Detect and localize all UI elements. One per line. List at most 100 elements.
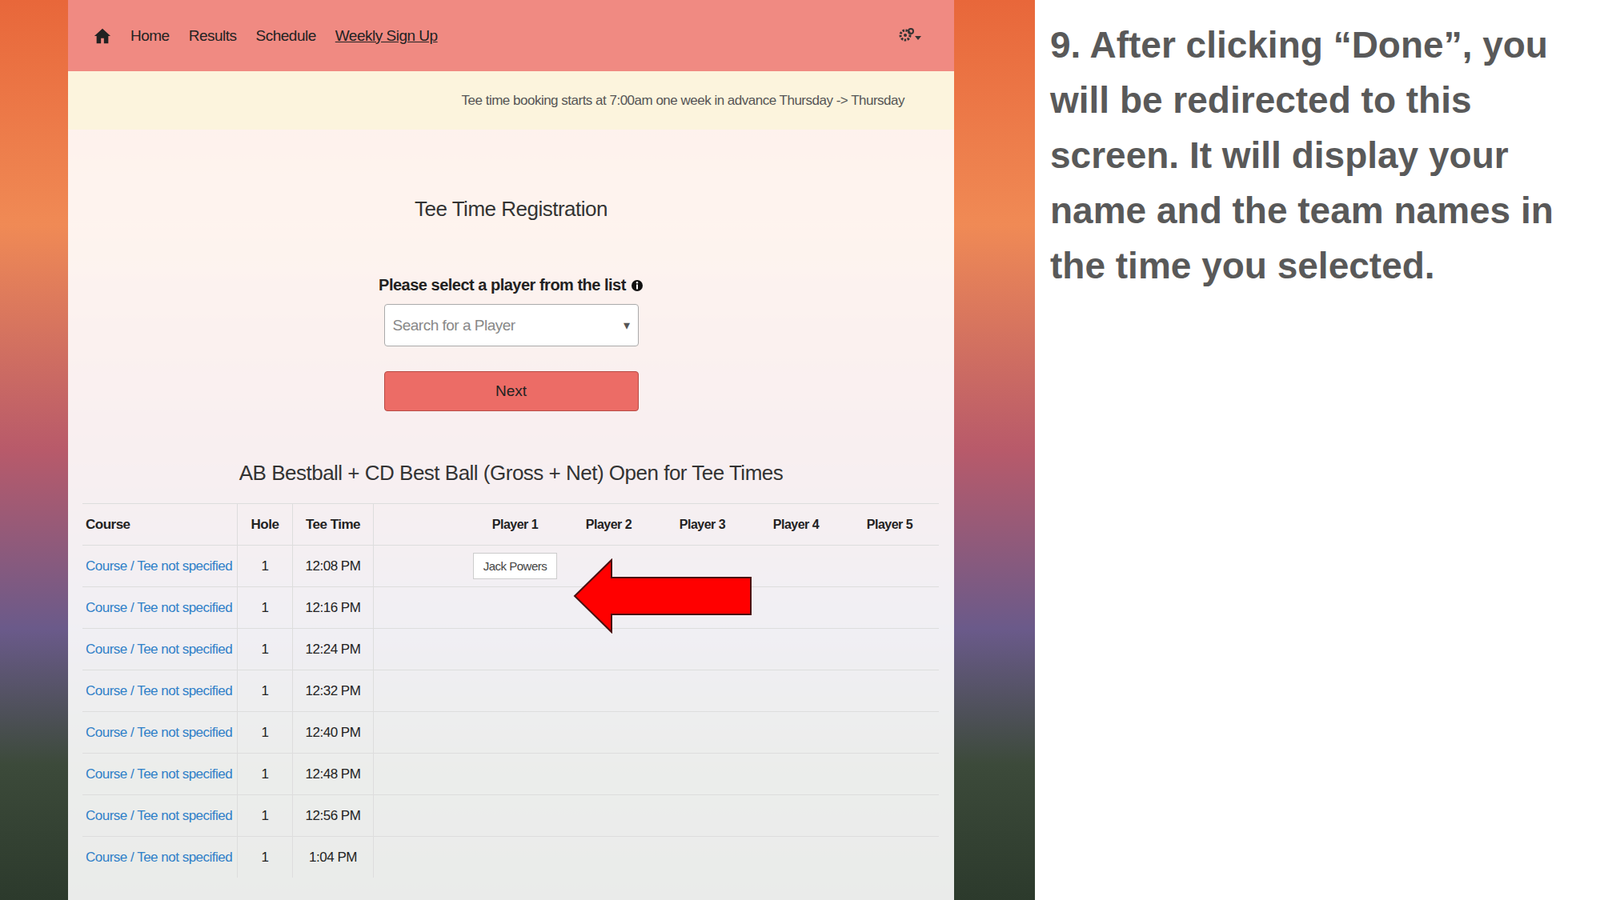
- nav-item[interactable]: Home: [130, 27, 170, 45]
- instruction-text: 9. After clicking “Done”, you will be re…: [1050, 17, 1584, 294]
- time-cell: 12:24 PM: [292, 629, 374, 670]
- course-link[interactable]: Course / Tee not specified: [85, 683, 233, 700]
- column-header: Player 5: [842, 504, 937, 546]
- hole-cell: 1: [237, 712, 293, 754]
- player-cell: Jack Powers: [468, 545, 562, 587]
- course-link[interactable]: Course / Tee not specified: [85, 600, 233, 617]
- player-cell: [468, 712, 562, 754]
- time-cell: 12:08 PM: [292, 545, 374, 587]
- spacer-cell: [373, 795, 469, 837]
- course-cell: Course / Tee not specified: [82, 712, 238, 754]
- player-cell: [842, 629, 937, 670]
- registration-title: Tee Time Registration: [414, 196, 608, 222]
- course-cell: Course / Tee not specified: [82, 795, 238, 837]
- table-row: Course / Tee not specified112:48 PM: [82, 753, 939, 795]
- player-cell: [842, 712, 937, 754]
- home-icon[interactable]: [93, 27, 112, 45]
- tee-time-table: CourseHoleTee TimePlayer 1Player 2Player…: [82, 503, 939, 879]
- player-cell: [561, 712, 656, 754]
- course-link[interactable]: Course / Tee not specified: [85, 766, 233, 783]
- player-cell: [842, 795, 937, 837]
- spacer-cell: [373, 504, 469, 546]
- hole-cell: 1: [237, 753, 293, 795]
- course-link[interactable]: Course / Tee not specified: [85, 641, 233, 658]
- player-cell: [561, 753, 656, 795]
- player-cell: [468, 670, 562, 712]
- player-cell: [655, 753, 750, 795]
- player-cell: [468, 837, 562, 879]
- course-cell: Course / Tee not specified: [82, 545, 238, 587]
- player-cell: [561, 670, 656, 712]
- nav-item[interactable]: Weekly Sign Up: [335, 27, 438, 45]
- navbar: Home Results Schedule Weekly Sign Up: [68, 0, 955, 72]
- player-name[interactable]: Jack Powers: [473, 553, 558, 580]
- course-link[interactable]: Course / Tee not specified: [85, 725, 233, 742]
- table-title: AB Bestball + CD Best Ball (Gross + Net)…: [239, 461, 784, 486]
- player-cell: [842, 670, 937, 712]
- website-screenshot: HomeResultsScheduleWeekly Sign UpTee tim…: [68, 0, 955, 900]
- table-row: Course / Tee not specified112:16 PM: [82, 586, 939, 629]
- next-button[interactable]: Next: [384, 371, 639, 412]
- player-cell: [842, 837, 937, 879]
- time-cell: 12:48 PM: [292, 753, 374, 795]
- player-cell: [749, 753, 843, 795]
- table-row: Course / Tee not specified112:32 PM: [82, 669, 939, 712]
- column-header: Player 2: [561, 504, 656, 546]
- instruction-panel: 9. After clicking “Done”, you will be re…: [1034, 0, 1600, 900]
- player-cell: [749, 545, 843, 587]
- player-cell: [468, 753, 562, 795]
- table-row: Course / Tee not specified112:24 PM: [82, 628, 939, 670]
- course-link[interactable]: Course / Tee not specified: [85, 558, 233, 575]
- player-cell: [749, 712, 843, 754]
- time-cell: 12:40 PM: [292, 712, 374, 754]
- player-prompt: Please select a player from the list: [378, 276, 644, 295]
- spacer-cell: [373, 587, 469, 629]
- player-cell: [842, 545, 937, 587]
- table-row: Course / Tee not specified112:08 PM Jack …: [82, 545, 939, 587]
- player-cell: [655, 837, 750, 879]
- course-link[interactable]: Course / Tee not specified: [85, 808, 233, 825]
- player-cell: [655, 629, 750, 670]
- gear-icon[interactable]: [898, 27, 923, 45]
- hole-cell: 1: [237, 837, 293, 879]
- player-cell: [655, 670, 750, 712]
- column-header: Tee Time: [292, 504, 374, 546]
- player-search-select[interactable]: Search for a Player▾: [384, 304, 639, 347]
- spacer-cell: [373, 753, 469, 795]
- player-cell: [842, 753, 937, 795]
- player-cell: [749, 670, 843, 712]
- column-header: Course: [82, 504, 238, 546]
- column-header: Player 4: [749, 504, 843, 546]
- player-cell: [468, 795, 562, 837]
- table-row: Course / Tee not specified112:40 PM: [82, 711, 939, 754]
- hole-cell: 1: [237, 587, 293, 629]
- course-cell: Course / Tee not specified: [82, 670, 238, 712]
- nav-item[interactable]: Results: [188, 27, 237, 45]
- time-cell: 12:16 PM: [292, 587, 374, 629]
- background-photo: HomeResultsScheduleWeekly Sign UpTee tim…: [0, 0, 1035, 900]
- player-cell: [655, 795, 750, 837]
- hole-cell: 1: [237, 795, 293, 837]
- spacer-cell: [373, 712, 469, 754]
- player-cell: [749, 795, 843, 837]
- red-arrow-icon: [573, 558, 753, 634]
- spacer-cell: [373, 545, 469, 587]
- course-cell: Course / Tee not specified: [82, 837, 238, 879]
- time-cell: 12:32 PM: [292, 670, 374, 712]
- column-header: Hole: [237, 504, 293, 546]
- hole-cell: 1: [237, 670, 293, 712]
- nav-item[interactable]: Schedule: [256, 27, 317, 45]
- hole-cell: 1: [237, 545, 293, 587]
- table-header: CourseHoleTee TimePlayer 1Player 2Player…: [82, 503, 939, 546]
- table-row: Course / Tee not specified11:04 PM: [82, 836, 939, 879]
- time-cell: 1:04 PM: [292, 837, 374, 879]
- spacer-cell: [373, 670, 469, 712]
- player-cell: [749, 837, 843, 879]
- info-icon[interactable]: [630, 277, 644, 294]
- course-link[interactable]: Course / Tee not specified: [85, 850, 233, 867]
- spacer-cell: [373, 629, 469, 670]
- course-cell: Course / Tee not specified: [82, 753, 238, 795]
- time-cell: 12:56 PM: [292, 795, 374, 837]
- course-cell: Course / Tee not specified: [82, 587, 238, 629]
- search-placeholder: Search for a Player: [392, 316, 516, 335]
